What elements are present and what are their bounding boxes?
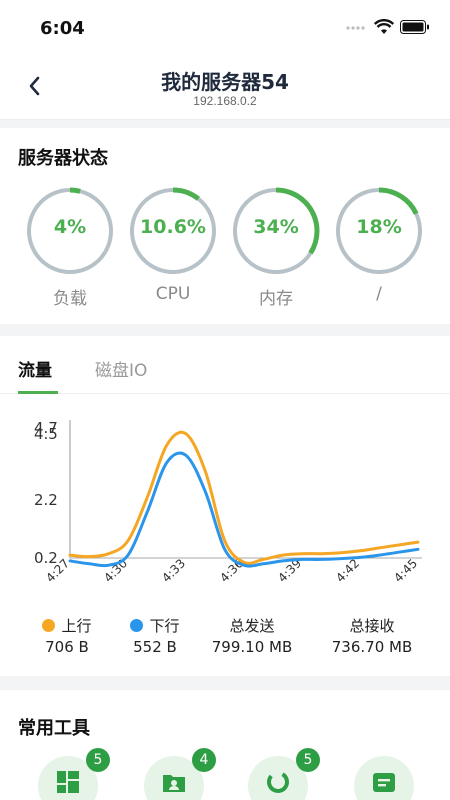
legend-download: 下行 552 B: [110, 614, 200, 658]
ring-progress-icon: [267, 771, 289, 793]
tools-title: 常用工具: [18, 718, 90, 739]
tab-traffic[interactable]: 流量: [18, 356, 52, 381]
server-status-card: 服务器状态 4% 负载 10.6% CPU 34% 内存 18% /: [0, 128, 450, 324]
tool-document[interactable]: [354, 756, 414, 800]
upload-dot: [42, 618, 56, 632]
tool-badge: 4: [192, 748, 216, 772]
status-time: 6:04: [40, 18, 85, 39]
gauge-value: 4%: [53, 216, 87, 238]
gauge-value: 10.6%: [140, 216, 206, 238]
document-icon: [373, 773, 395, 792]
tool-dashboard[interactable]: 5: [38, 748, 110, 800]
x-tick-label: 4:42: [333, 556, 362, 585]
tool-progress[interactable]: 5: [248, 748, 320, 800]
legend-total-received: 总接收 736.70 MB: [312, 614, 432, 658]
status-icons: [346, 19, 430, 35]
dashboard-icon: [57, 771, 79, 793]
gauge-cpu[interactable]: 10.6% CPU: [128, 186, 218, 306]
tool-badge: 5: [296, 748, 320, 772]
gauge-disk[interactable]: 18% /: [334, 186, 424, 306]
download-label: 下行: [149, 616, 180, 635]
upload-label: 上行: [61, 616, 92, 635]
x-tick-label: 4:45: [391, 556, 420, 585]
upload-value: 706 B: [45, 638, 89, 656]
y-tick-label: 4.7: [34, 419, 58, 437]
legend-upload: 上行 706 B: [22, 614, 112, 658]
folder-user-icon: [163, 775, 185, 792]
tool-folder[interactable]: 4: [144, 748, 216, 800]
tab-bar: 流量 磁盘IO: [0, 336, 450, 394]
battery-icon: [400, 20, 429, 34]
server-status-title: 服务器状态: [18, 148, 108, 169]
gauge-memory[interactable]: 34% 内存: [231, 186, 321, 309]
upload-series-line: [68, 430, 420, 565]
signal-icon: [346, 26, 365, 30]
traffic-card: 流量 磁盘IO 0.2 2.2 4.5 4.7 4:27 4:30 4:33 4:36 4:39…: [0, 336, 450, 676]
gauge-label: 负载: [53, 289, 87, 309]
tools-card: 常用工具 5 4 5: [0, 690, 450, 800]
total-sent-label: 总发送: [229, 616, 275, 635]
x-tick-label: 4:30: [101, 556, 130, 585]
x-tick-label: 4:33: [159, 556, 188, 585]
gauge-label: CPU: [155, 284, 191, 304]
tab-indicator: [18, 391, 58, 394]
traffic-chart-svg: 0.22.24.54.74:27 4:30 4:33 4:36 4:39 4:42 4:45: [34, 419, 422, 585]
total-sent-value: 799.10 MB: [211, 638, 293, 656]
status-bar: 6:04: [0, 0, 450, 56]
gauge-label: 内存: [259, 289, 293, 309]
page-title: 我的服务器54: [161, 70, 289, 94]
legend-total-sent: 总发送 799.10 MB: [192, 614, 312, 658]
y-tick-label: 2.2: [34, 491, 58, 509]
traffic-chart: 0.2 2.2 4.5 4.7 4:27 4:30 4:33 4:36 4:39 4:42 4:45: [0, 406, 450, 611]
download-value: 552 B: [133, 638, 177, 656]
total-recv-label: 总接收: [349, 616, 395, 635]
server-ip: 192.168.0.2: [193, 94, 257, 108]
gauge-value: 34%: [253, 216, 299, 238]
gauge-label: /: [376, 284, 382, 304]
tab-disk-io[interactable]: 磁盘IO: [95, 356, 147, 381]
total-recv-value: 736.70 MB: [331, 638, 413, 656]
gauge-value: 18%: [356, 216, 402, 238]
wifi-icon: [374, 19, 394, 34]
traffic-legend: 上行 706 B 下行 552 B 总发送 799.10 MB 总接收 736.…: [0, 614, 450, 664]
nav-bar: 我的服务器54 192.168.0.2: [0, 56, 450, 120]
gauge-load[interactable]: 4% 负载: [25, 186, 115, 309]
download-dot: [130, 618, 144, 632]
tool-badge: 5: [86, 748, 110, 772]
